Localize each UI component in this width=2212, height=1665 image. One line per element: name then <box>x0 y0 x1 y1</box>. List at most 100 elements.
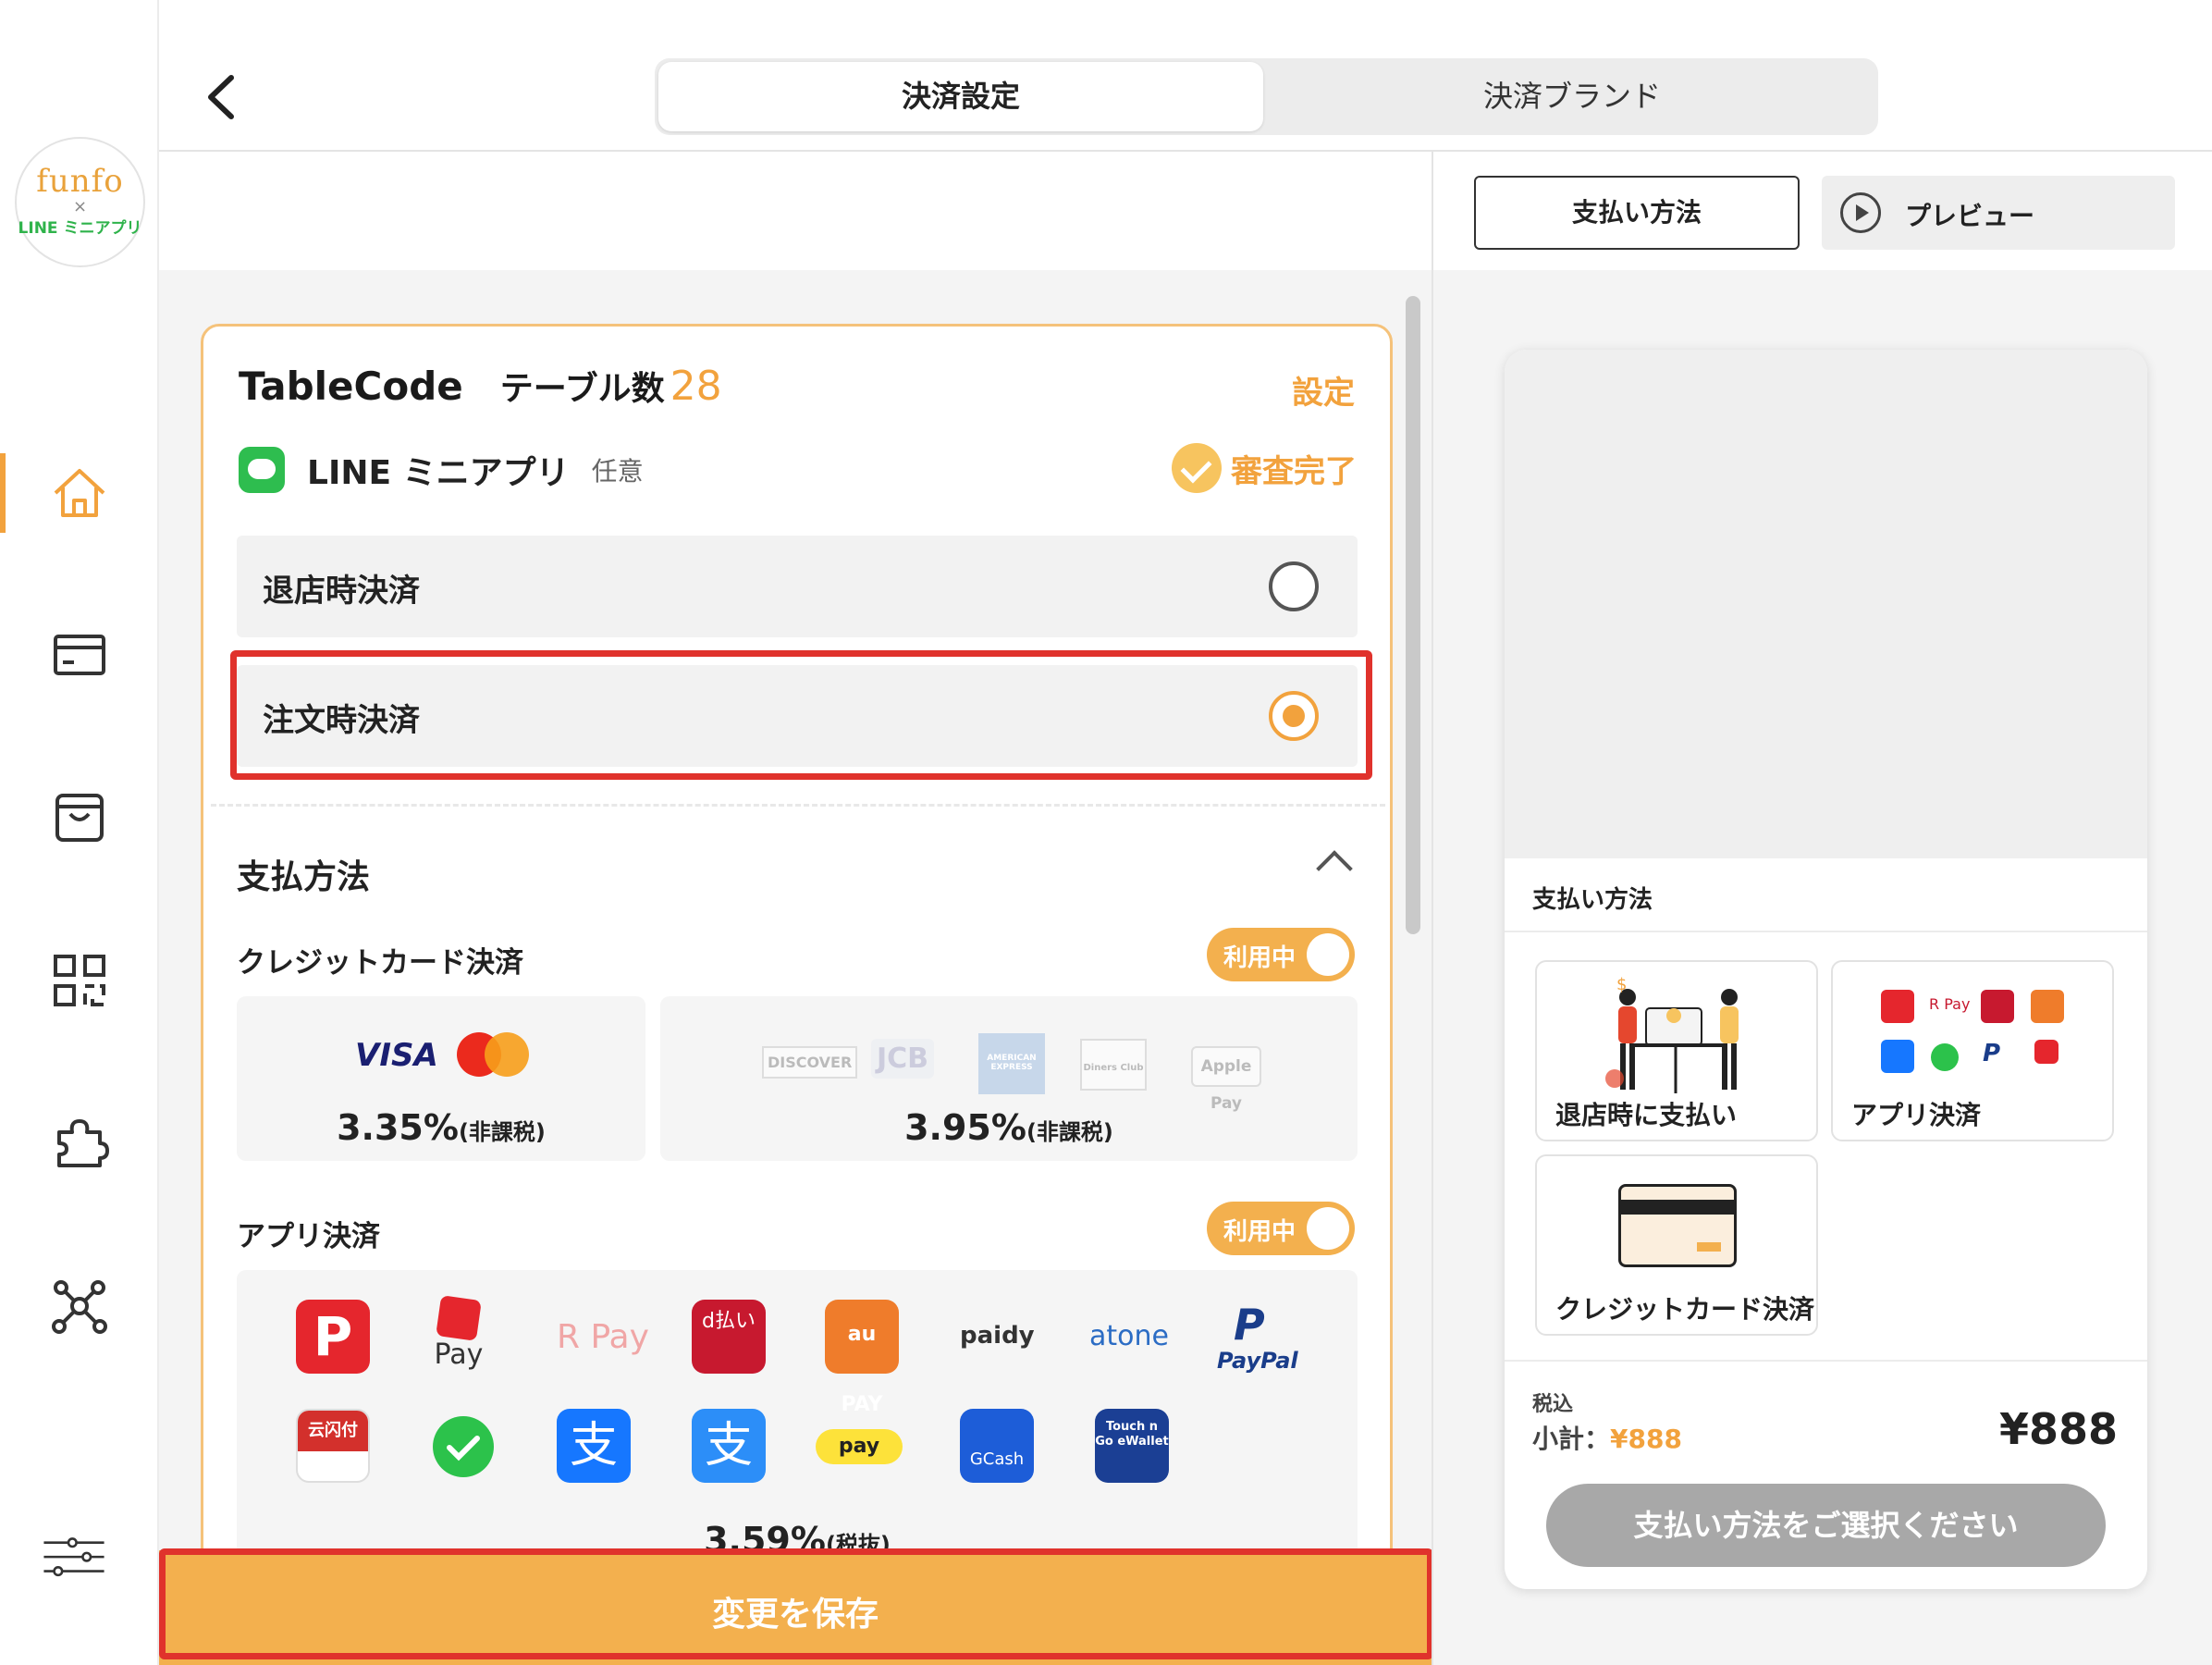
plugin-puzzle-icon[interactable] <box>46 1110 113 1177</box>
rate-note: (非課税) <box>458 1119 546 1145</box>
card-title-text: TableCode <box>239 364 463 409</box>
preview-method-app[interactable]: R Pay P アプリ決済 <box>1831 960 2114 1141</box>
payment-method-button[interactable]: 支払い方法 <box>1474 176 1800 250</box>
apple-pay-logo: Apple Pay <box>1191 1046 1261 1113</box>
kakao-pay-logo: pay <box>816 1429 903 1464</box>
app-payment-title: アプリ決済 <box>237 1220 380 1253</box>
au-pay-logo: au PAY <box>825 1300 899 1416</box>
back-chevron-icon[interactable] <box>196 65 252 130</box>
network-icon[interactable] <box>46 1273 113 1339</box>
paypal-p-icon: P <box>1234 1300 1265 1350</box>
payment-method-section-title: 支払方法 <box>237 858 371 896</box>
diners-club-logo: Diners Club <box>1080 1039 1147 1091</box>
mastercard-logo <box>455 1031 531 1078</box>
option-label: 退店時決済 <box>263 573 420 610</box>
section-divider <box>211 804 1385 807</box>
total-amount: ¥888 <box>1998 1404 2118 1454</box>
tab-payment-settings[interactable]: 決済設定 <box>658 62 1263 131</box>
visa-logo: VISA <box>355 1037 438 1074</box>
preview-button[interactable]: プレビュー <box>1822 176 2175 250</box>
tab-payment-brands[interactable]: 決済ブランド <box>1270 62 1874 131</box>
d-barai-logo: d払い <box>692 1300 766 1374</box>
table-count-label: テーブル数 <box>499 370 665 408</box>
preview-method-pay-at-exit[interactable]: $ 退店時に支払い <box>1535 960 1818 1141</box>
qr-code-icon[interactable] <box>46 947 113 1014</box>
line-app-icon <box>239 447 285 493</box>
review-status-text: 審査完了 <box>1231 452 1357 490</box>
paypay-logo: P <box>296 1300 370 1374</box>
line-app-optional-tag: 任意 <box>591 456 644 487</box>
rate-value: 3.95% <box>904 1107 1026 1148</box>
settings-sliders-icon[interactable] <box>41 1530 118 1597</box>
merpay-text: Pay <box>434 1338 484 1371</box>
radio-button[interactable] <box>1269 561 1319 611</box>
method-label: アプリ決済 <box>1851 1100 1982 1130</box>
review-status: 審査完了 <box>1172 443 1357 493</box>
preview-button-label: プレビュー <box>1905 201 2035 231</box>
logo-subtext: LINE ミニアプリ <box>18 219 142 238</box>
credit-card-group-2: DISCOVER JCB AMERICAN EXPRESS Diners Clu… <box>660 996 1358 1161</box>
preview-payment-title: 支払い方法 <box>1532 886 1653 914</box>
left-pane-scrollbar[interactable] <box>1406 296 1420 934</box>
subtotal-label: 小計： <box>1532 1424 1611 1454</box>
unionpay-logo: 云闪付 <box>296 1409 370 1483</box>
credit-card-rate-2: 3.95%(非課税) <box>660 1107 1358 1148</box>
shop-bag-icon[interactable] <box>46 784 113 851</box>
rate-value: 3.35% <box>337 1107 459 1148</box>
merpay-logo: Pay <box>422 1295 496 1375</box>
rate-note: (非課税) <box>1026 1119 1113 1145</box>
subtotal: 小計：¥888 <box>1532 1419 1682 1456</box>
top-segmented-tabs: 決済設定 決済ブランド <box>655 58 1878 135</box>
discover-logo: DISCOVER <box>762 1046 858 1079</box>
atone-logo: atone <box>1089 1320 1169 1352</box>
alipay-plus-logo: 支 <box>692 1409 766 1483</box>
tax-included-label: 税込 <box>1532 1393 1574 1416</box>
option-pay-at-checkout[interactable]: 退店時決済 <box>237 536 1358 637</box>
paypal-logo: PayPal <box>1217 1348 1298 1374</box>
rakuten-pay-logo: R Pay <box>557 1318 649 1356</box>
check-circle-icon <box>1172 443 1222 493</box>
card-title: TableCode テーブル数 28 <box>239 362 722 410</box>
phone-preview: 支払い方法 $ 退店時に支払い R Pay P アプリ決済 クレジットカード決済… <box>1505 350 2147 1589</box>
alipay-logo: 支 <box>557 1409 631 1483</box>
credit-card-title: クレジットカード決済 <box>237 946 523 980</box>
subtotal-value: ¥888 <box>1610 1424 1682 1454</box>
toggle-label: 利用中 <box>1223 944 1296 972</box>
method-label: クレジットカード決済 <box>1555 1294 1815 1325</box>
jcb-logo: JCB <box>871 1039 935 1079</box>
play-icon <box>1840 192 1881 233</box>
preview-divider <box>1505 931 2147 932</box>
credit-card-icon <box>1618 1184 1737 1267</box>
left-pane-toolbar <box>159 152 1432 270</box>
settings-link[interactable]: 設定 <box>1292 367 1355 413</box>
unionpay-text: 云闪付 <box>298 1411 368 1451</box>
app-payment-brands: P Pay R Pay d払い au PAY paidy atone PayPa… <box>237 1270 1358 1579</box>
preview-method-credit-card[interactable]: クレジットカード決済 <box>1535 1154 1818 1336</box>
home-icon[interactable] <box>46 460 113 526</box>
table-count-value: 28 <box>670 363 722 410</box>
line-app-name: LINE ミニアプリ <box>307 454 570 492</box>
logo-text: funfo <box>36 163 124 200</box>
credit-card-toggle[interactable]: 利用中 <box>1207 928 1355 981</box>
amex-logo: AMERICAN EXPRESS <box>978 1033 1045 1094</box>
wechat-pay-logo <box>433 1416 494 1477</box>
credit-card-group-1: VISA 3.35%(非課税) <box>237 996 645 1161</box>
logo-separator: × <box>72 197 88 216</box>
preview-image-placeholder <box>1505 350 2147 858</box>
app-logo: funfo × LINE ミニアプリ <box>15 137 145 267</box>
line-mini-app-row: LINE ミニアプリ 任意 <box>239 445 644 495</box>
highlight-save-button <box>159 1548 1433 1659</box>
preview-footer-divider <box>1505 1360 2147 1362</box>
table-code-card: TableCode テーブル数 28 設定 LINE ミニアプリ 任意 審査完了 退… <box>201 324 1393 1582</box>
touch-n-go-logo: Touch n Go eWallet <box>1095 1409 1169 1483</box>
orders-icon[interactable] <box>46 622 113 688</box>
svg-text:$: $ <box>1616 975 1627 994</box>
select-payment-button[interactable]: 支払い方法をご選択ください <box>1546 1484 2106 1567</box>
nav-active-indicator <box>0 453 6 533</box>
chevron-up-icon[interactable] <box>1316 850 1353 887</box>
method-label: 退店時に支払い <box>1555 1100 1738 1130</box>
gcash-logo: GCash <box>960 1409 1034 1483</box>
app-payment-toggle[interactable]: 利用中 <box>1207 1202 1355 1255</box>
highlight-selected-option <box>230 650 1372 780</box>
side-navigation: funfo × LINE ミニアプリ <box>0 0 159 1665</box>
